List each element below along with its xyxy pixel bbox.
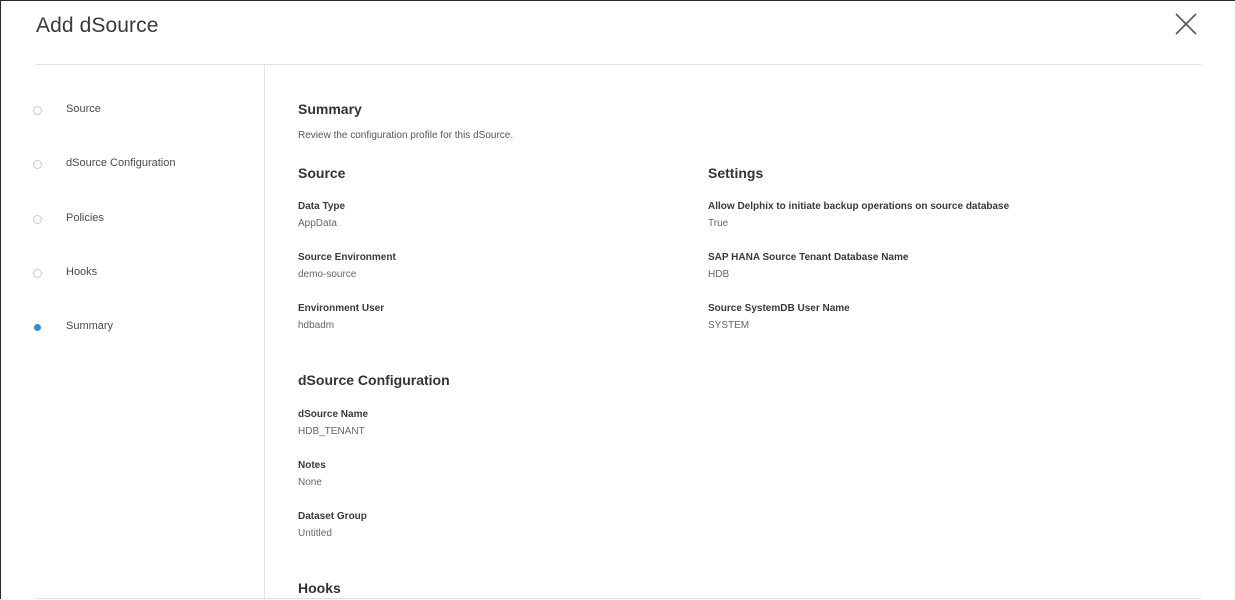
field-value: demo-source <box>298 269 357 280</box>
step-active-indicator-icon <box>34 324 41 331</box>
step-label: dSource Configuration <box>66 157 176 169</box>
wizard-steps: Source dSource Configuration Policies Ho… <box>31 65 261 599</box>
summary-heading: Summary <box>298 101 362 117</box>
step-summary[interactable]: Summary <box>31 318 261 340</box>
field-label: Source Environment <box>298 252 396 263</box>
step-hooks[interactable]: Hooks <box>31 264 261 286</box>
field-value: hdbadm <box>298 320 335 331</box>
step-dsource-configuration[interactable]: dSource Configuration <box>31 155 261 177</box>
field-label: dSource Name <box>298 409 369 420</box>
step-policies[interactable]: Policies <box>31 210 261 232</box>
field-value: True <box>708 218 729 229</box>
field-value: HDB <box>708 269 730 280</box>
step-indicator-icon <box>33 160 42 169</box>
step-label: Source <box>66 103 101 115</box>
field-value: SYSTEM <box>708 320 750 331</box>
field-value: HDB_TENANT <box>298 426 365 437</box>
summary-panel: Summary Review the configuration profile… <box>298 65 1198 599</box>
step-label: Policies <box>66 212 104 224</box>
dialog-title: Add dSource <box>36 14 159 37</box>
source-heading: Source <box>298 165 346 181</box>
field-label: Dataset Group <box>298 511 367 522</box>
step-source[interactable]: Source <box>31 101 261 123</box>
step-label: Summary <box>66 320 114 332</box>
step-indicator-icon <box>33 269 42 278</box>
field-label: Allow Delphix to initiate backup operati… <box>708 201 1010 212</box>
field-label: SAP HANA Source Tenant Database Name <box>708 252 909 263</box>
field-value: Untitled <box>298 528 332 539</box>
summary-subtitle: Review the configuration profile for thi… <box>298 130 514 141</box>
settings-heading: Settings <box>708 165 764 181</box>
step-indicator-icon <box>33 106 42 115</box>
field-label: Source SystemDB User Name <box>708 303 850 314</box>
field-label: Notes <box>298 460 326 471</box>
field-value: AppData <box>298 218 337 229</box>
field-label: Data Type <box>298 201 346 212</box>
add-dsource-dialog: Add dSource Source dSource Configuration… <box>0 0 1235 600</box>
field-label: Environment User <box>298 303 385 314</box>
sidebar-divider <box>264 65 265 600</box>
step-label: Hooks <box>66 266 98 278</box>
dsource-configuration-heading: dSource Configuration <box>298 372 450 388</box>
close-icon[interactable] <box>1173 11 1199 37</box>
field-value: None <box>298 477 322 488</box>
hooks-heading: Hooks <box>298 580 341 596</box>
step-indicator-icon <box>33 215 42 224</box>
